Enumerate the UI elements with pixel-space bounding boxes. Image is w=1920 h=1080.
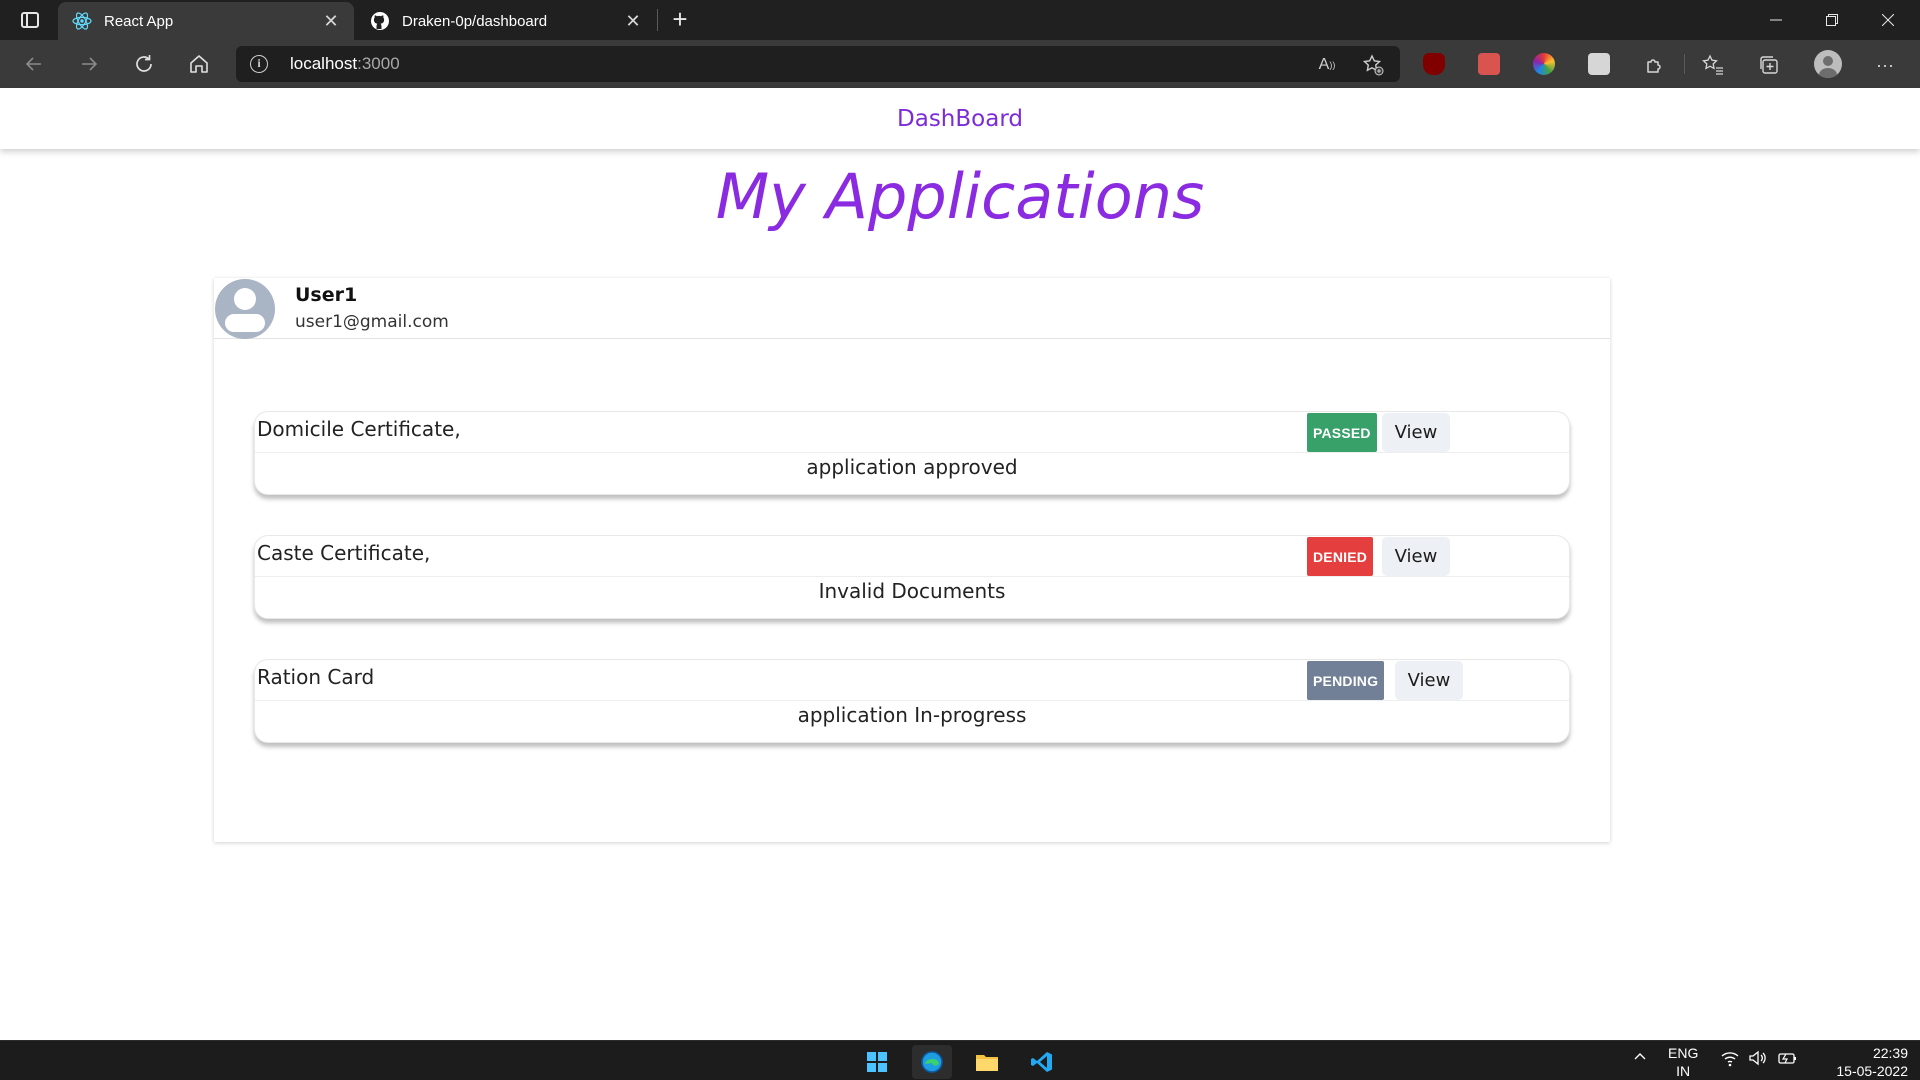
- more-menu-icon[interactable]: ···: [1872, 52, 1898, 78]
- github-icon: [370, 11, 390, 31]
- tab-title: Draken-0p/dashboard: [402, 12, 548, 30]
- profile-avatar-icon[interactable]: [1814, 50, 1842, 78]
- clock-time: 22:39: [1872, 1045, 1908, 1061]
- volume-icon[interactable]: [1748, 1049, 1768, 1070]
- language-indicator[interactable]: ENG IN: [1668, 1044, 1698, 1080]
- user-name: User1: [295, 284, 358, 306]
- site-info-icon[interactable]: i: [250, 55, 268, 73]
- dashboard-brand-link[interactable]: DashBoard: [0, 106, 1920, 132]
- view-button[interactable]: View: [1395, 661, 1463, 700]
- url-host: localhost: [290, 54, 358, 73]
- application-item: Domicile Certificate, PASSED View applic…: [254, 411, 1570, 495]
- wifi-icon[interactable]: [1720, 1049, 1740, 1070]
- close-window-icon[interactable]: [1860, 0, 1916, 40]
- status-badge: PENDING: [1307, 661, 1385, 700]
- user-header: User1 user1@gmail.com: [214, 278, 1610, 339]
- back-icon[interactable]: [16, 46, 52, 82]
- tab-separator: [657, 9, 658, 31]
- applications-card: User1 user1@gmail.com Domicile Certifica…: [214, 278, 1610, 842]
- tab-actions-icon[interactable]: [14, 8, 46, 32]
- show-hidden-icons[interactable]: [1632, 1049, 1648, 1068]
- view-button[interactable]: View: [1382, 537, 1450, 576]
- battery-icon[interactable]: [1776, 1049, 1798, 1070]
- favorites-icon[interactable]: [1700, 52, 1726, 78]
- home-icon[interactable]: [181, 46, 217, 82]
- application-item: Ration Card PENDING View application In-…: [254, 659, 1570, 743]
- system-clock[interactable]: 22:39 15-05-2022: [1808, 1044, 1908, 1080]
- close-tab-icon[interactable]: ✕: [624, 12, 642, 30]
- extension-red-icon[interactable]: [1478, 53, 1500, 75]
- forward-icon[interactable]: [71, 46, 107, 82]
- edge-icon[interactable]: [912, 1045, 952, 1079]
- application-note: application approved: [806, 455, 1018, 479]
- extension-grey-icon[interactable]: [1588, 53, 1610, 75]
- user-email: user1@gmail.com: [295, 312, 449, 332]
- read-aloud-icon[interactable]: A)): [1316, 54, 1338, 76]
- tab-github-dashboard[interactable]: Draken-0p/dashboard ✕: [356, 2, 656, 40]
- application-name: Ration Card: [257, 665, 375, 689]
- tab-react-app[interactable]: React App ✕: [58, 2, 354, 40]
- extensions-icon[interactable]: [1641, 52, 1667, 78]
- user-avatar-icon: [215, 279, 275, 339]
- read-aloud-label: A: [1318, 56, 1330, 73]
- restore-icon[interactable]: [1804, 0, 1860, 40]
- collections-icon[interactable]: [1756, 52, 1782, 78]
- color-picker-icon[interactable]: [1533, 53, 1555, 75]
- new-tab-icon[interactable]: +: [664, 6, 696, 34]
- language-label: ENG: [1668, 1045, 1699, 1061]
- clock-date: 15-05-2022: [1836, 1063, 1908, 1079]
- application-name: Caste Certificate,: [257, 541, 431, 565]
- view-button[interactable]: View: [1382, 413, 1450, 452]
- application-name: Domicile Certificate,: [257, 417, 461, 441]
- status-badge: DENIED: [1307, 537, 1374, 576]
- url-text[interactable]: localhost:3000: [290, 54, 400, 74]
- toolbar-divider: [1684, 54, 1685, 74]
- app-navbar: DashBoard: [0, 88, 1920, 149]
- file-explorer-icon[interactable]: [967, 1045, 1007, 1079]
- status-badge: PASSED: [1307, 413, 1377, 452]
- start-icon[interactable]: [857, 1045, 897, 1079]
- more-menu-label: ···: [1876, 54, 1894, 75]
- react-icon: [72, 11, 92, 31]
- refresh-icon[interactable]: [126, 46, 162, 82]
- vscode-icon[interactable]: [1022, 1045, 1062, 1079]
- add-favorite-icon[interactable]: [1362, 54, 1384, 76]
- application-item: Caste Certificate, DENIED View Invalid D…: [254, 535, 1570, 619]
- application-header-row: Caste Certificate, DENIED View: [255, 536, 1569, 577]
- minimize-icon[interactable]: [1748, 0, 1804, 40]
- region-label: IN: [1676, 1063, 1691, 1079]
- os-taskbar: ENG IN 22:39 15-05-2022: [0, 1040, 1920, 1080]
- address-bar[interactable]: i localhost:3000 A)): [236, 46, 1400, 82]
- url-port: :3000: [357, 54, 400, 73]
- ublock-icon[interactable]: [1423, 53, 1445, 75]
- page-title: My Applications: [715, 160, 1205, 233]
- application-header-row: Domicile Certificate, PASSED View: [255, 412, 1569, 453]
- browser-toolbar: i localhost:3000 A)) ···: [0, 40, 1920, 88]
- application-note: application In-progress: [797, 703, 1027, 727]
- browser-tab-bar: React App ✕ Draken-0p/dashboard ✕ +: [0, 0, 1920, 40]
- tab-title: React App: [104, 12, 174, 30]
- application-header-row: Ration Card PENDING View: [255, 660, 1569, 701]
- application-note: Invalid Documents: [818, 579, 1006, 603]
- close-tab-icon[interactable]: ✕: [322, 12, 340, 30]
